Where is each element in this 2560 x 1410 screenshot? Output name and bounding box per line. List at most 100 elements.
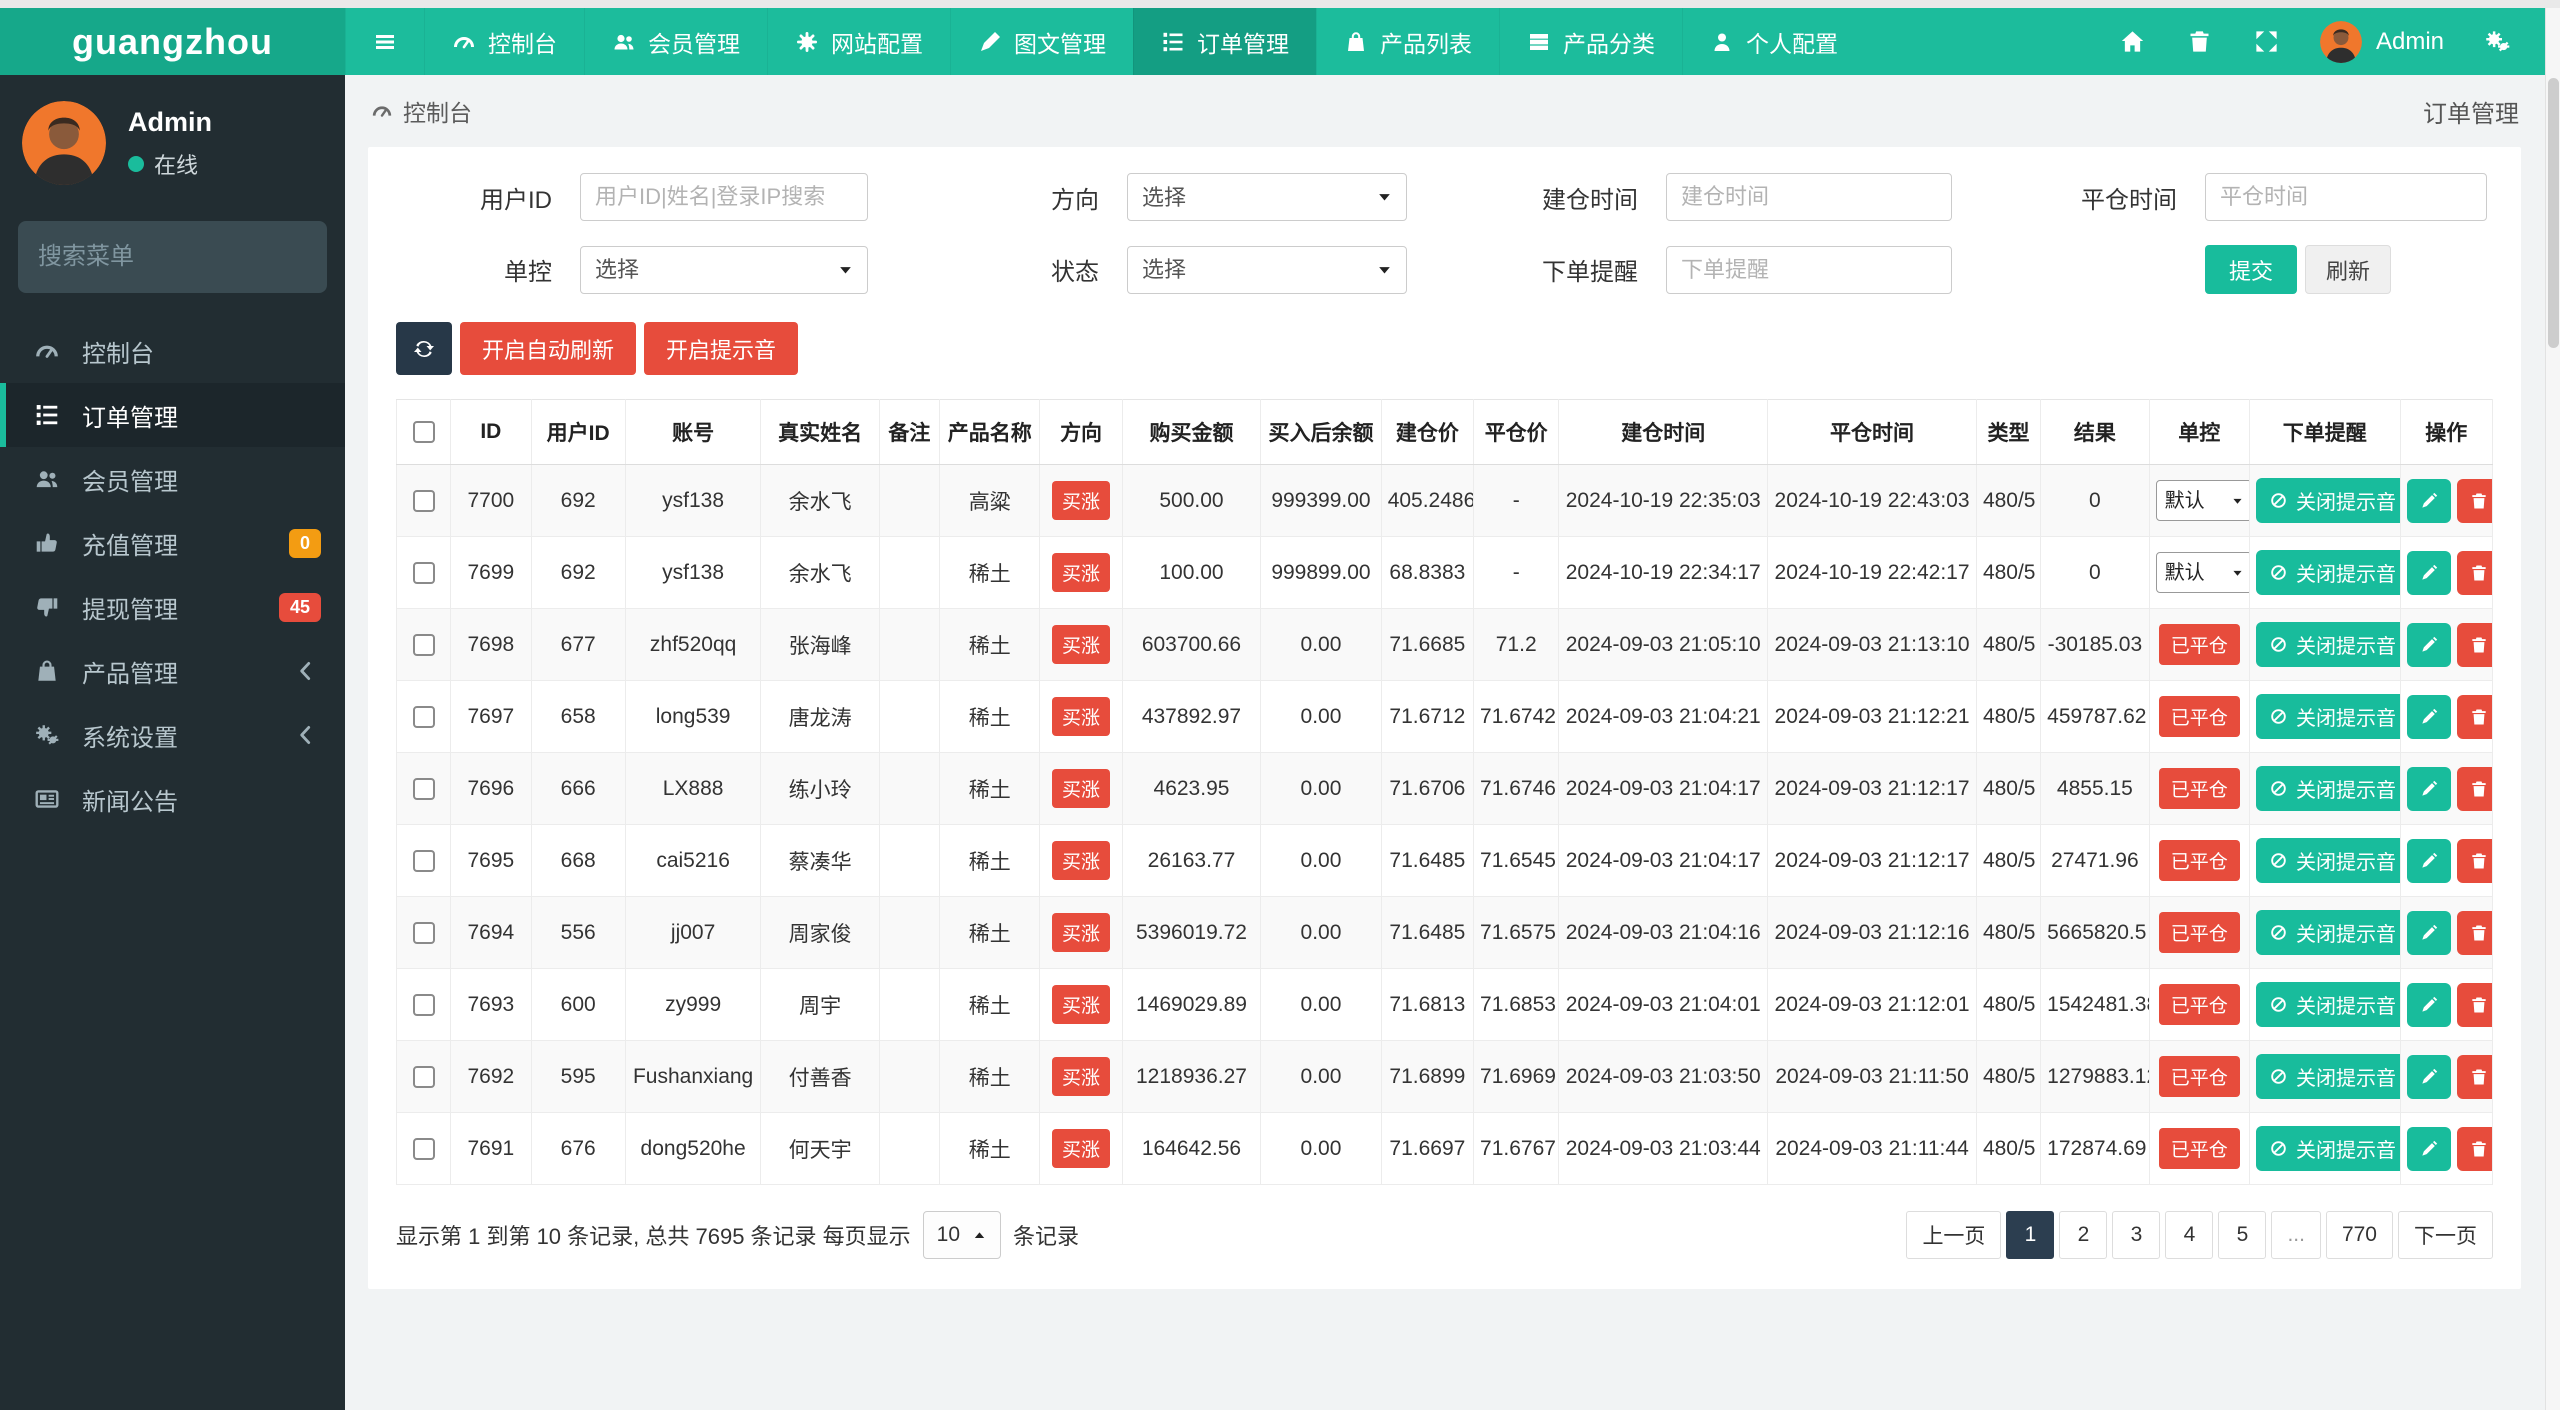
edit-button[interactable] (2406, 766, 2451, 811)
home-button[interactable] (2119, 28, 2146, 55)
sidebar-item-withdraw[interactable]: 提现管理 45 (0, 575, 345, 639)
topnav-item-product-list[interactable]: 产品列表 (1316, 8, 1499, 75)
edit-button[interactable] (2406, 1126, 2451, 1171)
main-content: 控制台 订单管理 用户ID 方向 选择 建仓时间 平仓时间 单控 选择 状态 选… (345, 75, 2545, 1410)
row-checkbox[interactable] (412, 561, 435, 584)
scrollbar-thumb[interactable] (2548, 78, 2559, 348)
delete-button[interactable] (2456, 478, 2492, 523)
edit-button[interactable] (2406, 550, 2451, 595)
delete-button[interactable] (2456, 622, 2492, 667)
page-button-current[interactable]: 1 (2006, 1211, 2055, 1259)
settings-button[interactable] (2484, 28, 2511, 55)
row-checkbox[interactable] (412, 1065, 435, 1088)
vertical-scrollbar[interactable] (2545, 8, 2560, 1410)
mute-notify-button[interactable]: 关闭提示音 (2255, 766, 2400, 811)
sidebar-item-recharge[interactable]: 充值管理 0 (0, 511, 345, 575)
page-button[interactable]: 4 (2165, 1211, 2214, 1259)
row-checkbox[interactable] (412, 705, 435, 728)
row-checkbox[interactable] (412, 921, 435, 944)
auto-refresh-button[interactable]: 开启自动刷新 (460, 322, 637, 375)
cell-close-price: 71.2 (1473, 608, 1560, 681)
delete-button[interactable] (2456, 838, 2492, 883)
page-button[interactable]: 5 (2218, 1211, 2267, 1259)
row-checkbox[interactable] (412, 777, 435, 800)
topnav-item-orders[interactable]: 订单管理 (1133, 8, 1316, 75)
control-select[interactable]: 选择 (580, 245, 868, 294)
page-button[interactable]: 3 (2112, 1211, 2161, 1259)
page-button[interactable]: 2 (2059, 1211, 2108, 1259)
edit-button[interactable] (2406, 478, 2451, 523)
mute-notify-button[interactable]: 关闭提示音 (2255, 550, 2400, 595)
per-page-select[interactable]: 10 (922, 1211, 1002, 1259)
user-id-input[interactable] (580, 173, 868, 221)
navbar-user-menu[interactable]: Admin (2320, 21, 2444, 63)
page-button[interactable]: 下一页 (2398, 1211, 2493, 1259)
status-select[interactable]: 选择 (1127, 245, 1407, 294)
row-checkbox[interactable] (412, 993, 435, 1016)
delete-button[interactable] (2456, 550, 2492, 595)
brand-logo[interactable]: guangzhou (0, 8, 345, 75)
mute-icon (2269, 995, 2288, 1014)
delete-button[interactable] (2456, 694, 2492, 739)
mute-notify-button[interactable]: 关闭提示音 (2255, 838, 2400, 883)
cell-balance: 0.00 (1260, 1040, 1382, 1113)
page-button[interactable]: 770 (2325, 1211, 2393, 1259)
table-refresh-button[interactable] (396, 322, 452, 375)
topnav-item-product-category[interactable]: 产品分类 (1499, 8, 1682, 75)
direction-select[interactable]: 选择 (1127, 173, 1407, 221)
sidebar-item-products[interactable]: 产品管理 (0, 639, 345, 703)
topnav-item-content[interactable]: 图文管理 (950, 8, 1133, 75)
mute-notify-button[interactable]: 关闭提示音 (2255, 478, 2400, 523)
edit-button[interactable] (2406, 622, 2451, 667)
cell-type: 480/5 (1975, 1040, 2042, 1113)
delete-button[interactable] (2456, 766, 2492, 811)
sound-toggle-button[interactable]: 开启提示音 (644, 322, 799, 375)
mute-notify-button[interactable]: 关闭提示音 (2255, 982, 2400, 1027)
topnav-item-members[interactable]: 会员管理 (584, 8, 767, 75)
edit-button[interactable] (2406, 838, 2451, 883)
refresh-button[interactable]: 刷新 (2305, 245, 2392, 294)
cell-result: 1542481.38 (2040, 968, 2150, 1041)
sidebar-item-system-settings[interactable]: 系统设置 (0, 703, 345, 767)
mute-notify-button[interactable]: 关闭提示音 (2255, 622, 2400, 667)
fullscreen-button[interactable] (2253, 28, 2280, 55)
sidebar-search-input[interactable] (38, 243, 348, 271)
delete-button[interactable] (2456, 1054, 2492, 1099)
clear-cache-button[interactable] (2186, 28, 2213, 55)
page-button[interactable]: 上一页 (1906, 1211, 2002, 1259)
edit-button[interactable] (2406, 694, 2451, 739)
row-checkbox[interactable] (412, 633, 435, 656)
row-checkbox[interactable] (412, 849, 435, 872)
open-time-input[interactable] (1666, 173, 1952, 221)
row-control-select[interactable]: 默认 (2155, 480, 2249, 521)
delete-button[interactable] (2456, 910, 2492, 955)
topnav-item-site-config[interactable]: 网站配置 (767, 8, 950, 75)
mute-notify-button[interactable]: 关闭提示音 (2255, 694, 2400, 739)
cell-name: 何天宇 (760, 1112, 880, 1185)
select-all-checkbox[interactable] (412, 421, 435, 444)
sidebar-item-news[interactable]: 新闻公告 (0, 767, 345, 831)
edit-button[interactable] (2406, 982, 2451, 1027)
close-time-input[interactable] (2205, 173, 2487, 221)
breadcrumb-item[interactable]: 控制台 (403, 94, 472, 128)
mute-notify-button[interactable]: 关闭提示音 (2255, 910, 2400, 955)
delete-button[interactable] (2456, 1126, 2492, 1171)
row-checkbox[interactable] (412, 1137, 435, 1160)
row-checkbox[interactable] (412, 489, 435, 512)
mute-notify-label: 关闭提示音 (2295, 492, 2396, 514)
sidebar-item-orders[interactable]: 订单管理 (0, 383, 345, 447)
mute-notify-button[interactable]: 关闭提示音 (2255, 1126, 2400, 1171)
sidebar-item-dashboard[interactable]: 控制台 (0, 319, 345, 383)
mute-notify-button[interactable]: 关闭提示音 (2255, 1054, 2400, 1099)
sidebar-toggle-button[interactable] (345, 8, 424, 75)
page-button[interactable]: ... (2271, 1211, 2321, 1259)
delete-button[interactable] (2456, 982, 2492, 1027)
notify-filter-input[interactable] (1666, 245, 1952, 294)
topnav-item-dashboard[interactable]: 控制台 (424, 8, 584, 75)
edit-button[interactable] (2406, 1054, 2451, 1099)
edit-button[interactable] (2406, 910, 2451, 955)
row-control-select[interactable]: 默认 (2155, 552, 2249, 593)
sidebar-item-members[interactable]: 会员管理 (0, 447, 345, 511)
topnav-item-profile[interactable]: 个人配置 (1682, 8, 1865, 75)
submit-button[interactable]: 提交 (2205, 245, 2298, 294)
